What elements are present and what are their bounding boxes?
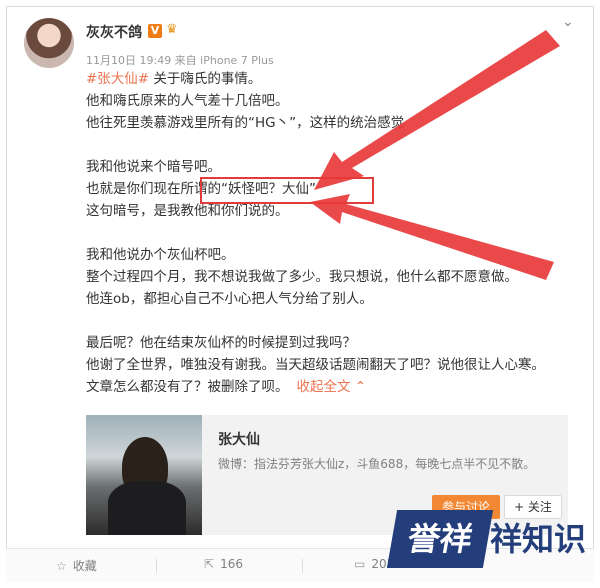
topic-card-name[interactable]: 张大仙 [218, 429, 260, 449]
collapse-link[interactable]: 收起全文 ⌃ [297, 379, 367, 395]
post-body: #张大仙# 关于嗨氏的事情。 他和嗨氏原来的人气差十几倍吧。 他往死里羡慕游戏里… [86, 68, 566, 398]
watermark-text: 祥知识 [490, 520, 587, 558]
post-line: 我和他说来个暗号吧。 [86, 159, 221, 175]
post-line: #张大仙# 关于嗨氏的事情。 [86, 68, 566, 90]
avatar[interactable] [24, 18, 74, 68]
post-line: 整个过程四个月，我不想说我做了多少。我只想说，他什么都不愿意做。 [86, 269, 518, 285]
crown-icon: ♛ [166, 22, 178, 37]
post-line: 文章怎么都没有了？被删除了呗。 收起全文 ⌃ [86, 376, 566, 398]
topic-card-image [86, 415, 202, 535]
topic-card-description: 微博：指法芬芳张大仙z，斗鱼688，每晚七点半不见不散。 [218, 457, 536, 471]
post-line: 他谢了全世界，唯独没有谢我。当天超级话题闹翻天了吧？说他很让人心寒。 [86, 357, 545, 373]
watermark-logo: 誉祥 祥知识 [386, 510, 588, 570]
repost-icon: ⇱ [204, 557, 215, 571]
verified-badge-icon: V [148, 24, 162, 38]
post-meta: 11月10日 19:49 来自 iPhone 7 Plus [86, 54, 274, 67]
author-name[interactable]: 灰灰不鸽 [86, 22, 142, 42]
post-line: 最后呢？他在结束灰仙杯的时候提到过我吗？ [86, 335, 356, 351]
post-line: 他往死里羡慕游戏里所有的“HG丶”，这样的统治感觉 [86, 115, 405, 131]
post-line: 他和嗨氏原来的人气差十几倍吧。 [86, 93, 289, 109]
repost-count: 166 [220, 557, 243, 571]
repost-button[interactable]: ⇱ 166 [204, 557, 243, 571]
favorite-label: 收藏 [72, 559, 97, 573]
watermark-tag: 誉祥 [386, 510, 494, 568]
post-line: 我和他说办个灰仙杯吧。 [86, 247, 235, 263]
post-text: 关于嗨氏的事情。 [149, 71, 262, 87]
post-text: 文章怎么都没有了？被删除了呗。 [86, 379, 289, 395]
chevron-down-icon[interactable]: ⌄ [562, 14, 574, 30]
comment-icon: ▭ [354, 557, 366, 571]
post-line: 他连ob，都担心自己不小心把人气分给了别人。 [86, 291, 373, 307]
favorite-button[interactable]: ☆ 收藏 [56, 557, 97, 574]
star-icon: ☆ [56, 559, 67, 573]
highlight-box [200, 177, 374, 204]
hashtag-link[interactable]: #张大仙# [86, 71, 149, 87]
